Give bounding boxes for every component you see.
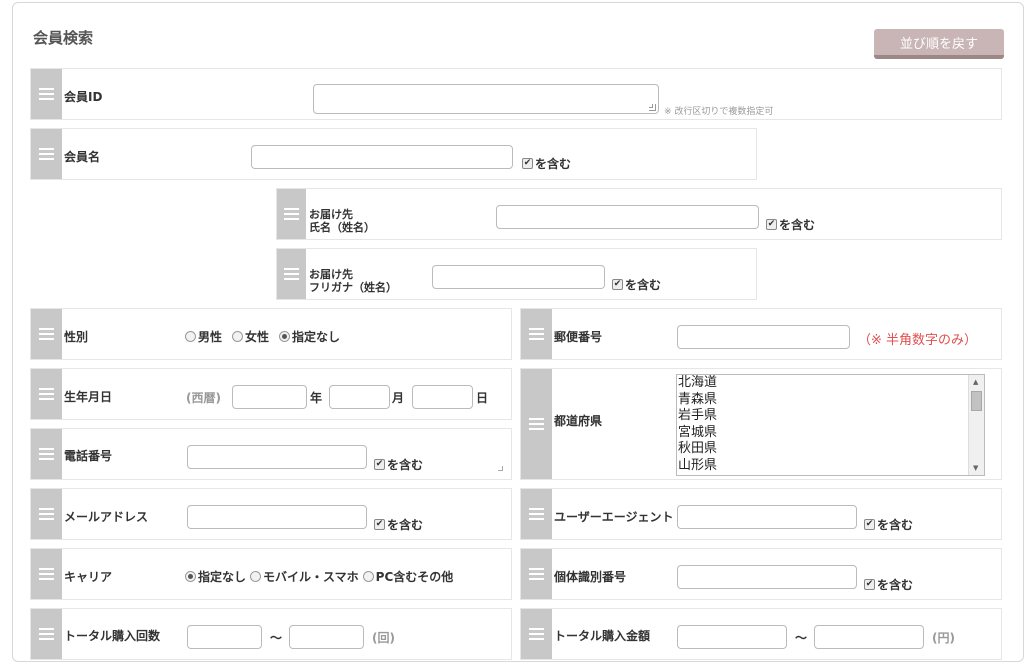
total-purchases-label: トータル購入回数: [64, 629, 161, 643]
drag-handle-icon[interactable]: [31, 609, 62, 659]
radio-icon[interactable]: [232, 331, 244, 342]
birthday-label: 生年月日: [64, 390, 113, 404]
prefecture-option[interactable]: 北海道: [678, 375, 984, 392]
drag-handle-icon[interactable]: [277, 189, 306, 239]
resize-grip-icon[interactable]: [649, 104, 656, 111]
delivery-name-contains[interactable]: ✔ を含む: [766, 216, 815, 233]
scroll-thumb[interactable]: [971, 391, 982, 411]
drag-handle-icon[interactable]: [31, 549, 62, 599]
drag-handle-icon[interactable]: [521, 489, 552, 539]
checkbox-icon[interactable]: ✔: [612, 279, 623, 290]
member-id-note: ※ 改行区切りで複数指定可: [664, 107, 774, 117]
checkbox-icon[interactable]: ✔: [766, 219, 777, 230]
prefecture-option[interactable]: 青森県: [678, 392, 984, 409]
prefecture-option[interactable]: 宮城県: [678, 425, 984, 442]
device-id-label: 個体識別番号: [554, 570, 627, 584]
delivery-name-input[interactable]: [496, 205, 759, 229]
total-amount-max-input[interactable]: [814, 625, 924, 649]
radio-icon[interactable]: [250, 571, 262, 582]
radio-carrier-mobile[interactable]: モバイル・スマホ: [250, 568, 359, 585]
birth-month-input[interactable]: [329, 385, 390, 409]
user-agent-contains[interactable]: ✔ を含む: [864, 516, 913, 533]
range-tilde: ～: [795, 631, 808, 645]
member-name-input[interactable]: [251, 145, 513, 169]
birth-year-unit: 年: [310, 391, 323, 405]
delivery-kana-input[interactable]: [432, 265, 605, 289]
birthday-era: (西暦): [186, 391, 221, 405]
resize-grip-icon[interactable]: [498, 466, 503, 471]
scroll-down-icon[interactable]: ▼: [973, 464, 978, 472]
checkbox-icon[interactable]: ✔: [864, 519, 875, 530]
phone-label: 電話番号: [64, 449, 113, 463]
drag-handle-icon[interactable]: [31, 369, 62, 419]
radio-icon[interactable]: [362, 571, 374, 582]
drag-handle-icon[interactable]: [521, 369, 552, 479]
device-id-input[interactable]: [677, 565, 857, 589]
postal-code-note: （※ 半角数字のみ）: [858, 333, 978, 348]
checkbox-icon[interactable]: ✔: [864, 579, 875, 590]
total-amount-min-input[interactable]: [677, 625, 787, 649]
carrier-label: キャリア: [64, 570, 113, 584]
drag-handle-icon[interactable]: [277, 249, 306, 299]
email-contains[interactable]: ✔ を含む: [374, 516, 423, 533]
reset-order-button[interactable]: 並び順を戻す: [874, 29, 1004, 59]
total-purchases-min-input[interactable]: [187, 625, 262, 649]
email-label: メールアドレス: [64, 510, 149, 524]
radio-carrier-unspecified[interactable]: 指定なし: [185, 568, 246, 585]
prefecture-option[interactable]: 岩手県: [678, 408, 984, 425]
prefecture-listbox[interactable]: 北海道 青森県 岩手県 宮城県 秋田県 山形県 ▲ ▼: [676, 374, 985, 476]
device-id-contains[interactable]: ✔ を含む: [864, 576, 913, 593]
postal-code-label: 郵便番号: [554, 330, 603, 344]
member-name-contains[interactable]: ✔ を含む: [522, 155, 571, 172]
drag-handle-icon[interactable]: [521, 549, 552, 599]
checkbox-icon[interactable]: ✔: [374, 459, 385, 470]
drag-handle-icon[interactable]: [31, 129, 62, 179]
total-amount-unit: (円): [932, 631, 955, 645]
scroll-up-icon[interactable]: ▲: [973, 378, 978, 386]
phone-contains[interactable]: ✔ を含む: [374, 456, 423, 473]
radio-gender-male[interactable]: 男性: [185, 328, 222, 345]
phone-input[interactable]: [187, 445, 367, 469]
total-purchases-max-input[interactable]: [289, 625, 364, 649]
prefecture-label: 都道府県: [554, 414, 603, 428]
checkbox-icon[interactable]: ✔: [374, 519, 385, 530]
delivery-name-label: お届け先 氏名（姓名）: [309, 208, 375, 234]
total-amount-label: トータル購入金額: [554, 629, 651, 643]
page-title: 会員検索: [33, 29, 94, 47]
drag-handle-icon[interactable]: [521, 309, 552, 359]
radio-icon[interactable]: [279, 331, 291, 342]
radio-gender-unspecified[interactable]: 指定なし: [279, 328, 340, 345]
birth-month-unit: 月: [392, 391, 405, 405]
birth-day-unit: 日: [476, 391, 489, 405]
birth-day-input[interactable]: [412, 385, 473, 409]
radio-gender-female[interactable]: 女性: [232, 328, 269, 345]
radio-carrier-pc[interactable]: PC含むその他: [362, 568, 453, 585]
drag-handle-icon[interactable]: [31, 489, 62, 539]
email-input[interactable]: [187, 505, 367, 529]
member-id-label: 会員ID: [64, 90, 103, 104]
radio-icon[interactable]: [185, 331, 196, 342]
prefecture-option[interactable]: 秋田県: [678, 441, 984, 458]
gender-radio-group: 男性 女性 指定なし: [185, 328, 340, 345]
prefecture-option[interactable]: 山形県: [678, 458, 984, 475]
member-name-label: 会員名: [64, 150, 101, 164]
drag-handle-icon[interactable]: [521, 609, 552, 659]
range-tilde: ～: [270, 631, 283, 645]
total-purchases-unit: (回): [372, 631, 395, 645]
postal-code-input[interactable]: [677, 325, 850, 349]
user-agent-label: ユーザーエージェント: [554, 510, 674, 524]
drag-handle-icon[interactable]: [31, 429, 62, 479]
drag-handle-icon[interactable]: [31, 69, 62, 119]
delivery-kana-label: お届け先 フリガナ（姓名）: [309, 268, 397, 294]
member-id-input[interactable]: [313, 84, 659, 114]
delivery-kana-contains[interactable]: ✔ を含む: [612, 276, 661, 293]
carrier-radio-group: 指定なし モバイル・スマホ PC含むその他: [185, 568, 453, 585]
drag-handle-icon[interactable]: [31, 309, 62, 359]
radio-icon[interactable]: [185, 571, 196, 582]
checkbox-icon[interactable]: ✔: [522, 158, 533, 169]
birth-year-input[interactable]: [232, 385, 307, 409]
listbox-scrollbar[interactable]: ▲ ▼: [968, 375, 984, 475]
user-agent-input[interactable]: [677, 505, 857, 529]
gender-label: 性別: [64, 330, 89, 344]
